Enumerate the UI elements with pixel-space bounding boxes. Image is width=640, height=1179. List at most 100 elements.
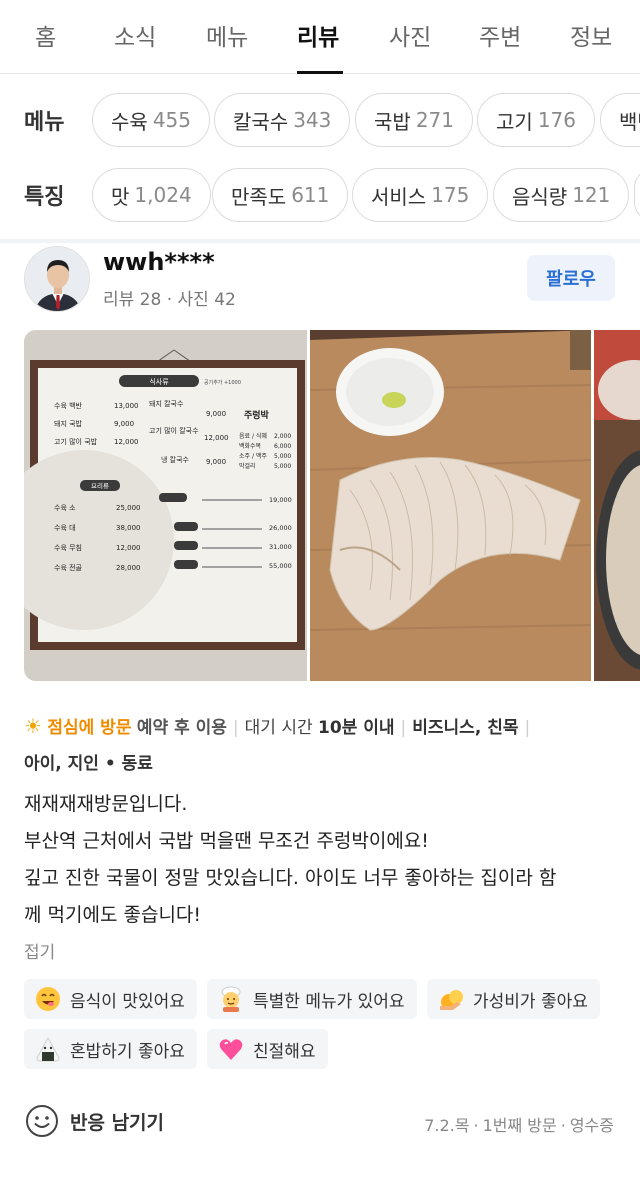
feature-chip-satisfaction[interactable]: 만족도 611 <box>212 168 349 222</box>
receipt-verified: 영수증 <box>569 1116 614 1135</box>
feature-chip-portion[interactable]: 음식량 121 <box>493 168 630 222</box>
review-footer-meta: 7.2.목 · 1번째 방문 · 영수증 <box>424 1116 614 1135</box>
menu-board-drink: 백화수복 <box>239 442 262 450</box>
suyuk-plate-image <box>310 330 591 681</box>
svg-text:공기추가 +1000: 공기추가 +1000 <box>204 379 241 386</box>
menu-board-price: 19,000 <box>269 496 292 504</box>
review-body: 재재재재방문입니다. 부산역 근처에서 국밥 먹을땐 무조건 주렁박이에요! 깊… <box>24 786 620 934</box>
menu-chip-kalguksu[interactable]: 칼국수 343 <box>214 93 351 147</box>
visit-companions: 아이, 지인 • 동료 <box>24 754 153 774</box>
rice-ball-icon <box>36 1036 60 1062</box>
menu-board-image: 식사류 공기추가 +1000 수육 백반 13,000 돼지 국밥 9,000 … <box>24 330 307 681</box>
menu-chip-gukbap[interactable]: 국밥 271 <box>355 93 473 147</box>
visit-reservation: 예약 후 이용 <box>136 718 227 738</box>
menu-board-price: 31,000 <box>269 543 292 551</box>
menu-board-price: 12,000 <box>114 438 139 446</box>
menu-board-drink: 음료 / 식혜 <box>239 432 267 440</box>
menu-board-item: 수육 백반 <box>54 401 83 410</box>
profile-photo-icon <box>25 247 89 311</box>
tab-bar: 홈 소식 메뉴 리뷰 사진 주변 정보 <box>0 0 640 74</box>
keyword-tag: 특별한 메뉴가 있어요 <box>207 979 417 1019</box>
menu-board-price: 12,000 <box>116 544 141 552</box>
menu-board-price: 2,000 <box>274 433 291 440</box>
menu-board-item: 냉 칼국수 <box>161 455 190 464</box>
menu-board-price: 5,000 <box>274 453 291 460</box>
menu-board-header: 식사류 <box>149 377 169 386</box>
tab-photos[interactable]: 사진 <box>389 18 431 52</box>
gukbap-image <box>594 330 640 681</box>
keyword-tag: 친절해요 <box>207 1029 328 1069</box>
fold-button[interactable]: 접기 <box>24 938 55 963</box>
feature-chip-taste[interactable]: 맛 1,024 <box>92 168 211 222</box>
active-tab-indicator <box>297 71 343 74</box>
menu-board-brand: 주렁박 <box>244 409 270 421</box>
keyword-tag: 혼밥하기 좋아요 <box>24 1029 197 1069</box>
review-line: 부산역 근처에서 국밥 먹을땐 무조건 주렁박이에요! <box>24 830 429 852</box>
menu-board-item: 돼지 칼국수 <box>149 399 184 408</box>
menu-chip-gogi[interactable]: 고기 176 <box>477 93 595 147</box>
visit-count: 1번째 방문 <box>482 1116 557 1135</box>
visit-time: 점심에 방문 <box>47 718 132 738</box>
sun-icon: ☀ <box>24 714 42 738</box>
yummy-face-icon <box>36 987 60 1011</box>
section-divider <box>0 239 640 243</box>
menu-board-side-header: 요리류 <box>91 481 109 490</box>
menu-board-item: 수육 대 <box>54 524 76 532</box>
keyword-tag: 음식이 맛있어요 <box>24 979 197 1019</box>
feature-chip-service[interactable]: 서비스 175 <box>352 168 489 222</box>
review-photo-suyuk[interactable] <box>310 330 591 681</box>
tab-nearby[interactable]: 주변 <box>479 18 521 52</box>
menu-board-price: 13,000 <box>114 402 139 410</box>
review-photo-menu-board[interactable]: 식사류 공기추가 +1000 수육 백반 13,000 돼지 국밥 9,000 … <box>24 330 307 681</box>
visit-wait-label: 대기 시간 <box>244 718 313 738</box>
menu-board-drink: 막걸리 <box>239 462 256 470</box>
feature-chip-more[interactable] <box>634 168 640 222</box>
menu-board-item: 수육 전골 <box>54 563 83 572</box>
reviewer-stats: 리뷰 28 · 사진 42 <box>103 290 236 310</box>
menu-board-item: 돼지 국밥 <box>54 419 83 428</box>
visit-info: ☀ 점심에 방문 예약 후 이용 | 대기 시간 10분 이내 | 비즈니스, 친목 | … <box>24 714 531 774</box>
menu-board-price: 28,000 <box>116 564 141 572</box>
menu-board-price: 25,000 <box>116 504 141 512</box>
tab-menu[interactable]: 메뉴 <box>206 18 248 52</box>
review-line: 깊고 진한 국물이 정말 맛있습니다. 아이도 너무 좋아하는 집이라 함 <box>24 867 557 889</box>
heart-icon <box>219 1039 243 1060</box>
chef-icon <box>221 986 241 1012</box>
review-date: 7.2.목 <box>424 1116 470 1135</box>
follow-button[interactable]: 팔로우 <box>527 255 615 301</box>
menu-chip-suyuk[interactable]: 수육 455 <box>92 93 210 147</box>
tab-reviews[interactable]: 리뷰 <box>297 18 339 52</box>
menu-board-item: 고기 많이 칼국수 <box>149 426 199 435</box>
smile-icon <box>26 1105 58 1137</box>
visit-purpose: 비즈니스, 친목 <box>412 718 519 738</box>
menu-board-price: 9,000 <box>206 458 226 466</box>
menu-board-price: 9,000 <box>114 420 134 428</box>
menu-board-drink: 소주 / 맥주 <box>239 452 267 460</box>
visit-wait-value: 10분 이내 <box>318 718 395 738</box>
menu-board-price: 9,000 <box>206 410 226 418</box>
review-line: 재재재재방문입니다. <box>24 793 188 815</box>
keyword-tag: 가성비가 좋아요 <box>427 979 600 1019</box>
menu-filter-title: 메뉴 <box>24 110 65 135</box>
feature-filter-title: 특징 <box>24 185 65 210</box>
review-line: 께 먹기에도 좋습니다! <box>24 904 202 926</box>
tab-home[interactable]: 홈 <box>35 18 56 52</box>
money-icon <box>440 990 463 1010</box>
react-button[interactable]: 반응 남기기 <box>24 1103 164 1139</box>
menu-board-price: 5,000 <box>274 463 291 470</box>
feature-filter-row: 특징 맛 1,024 만족도 611 서비스 175 음식량 121 <box>0 165 640 225</box>
menu-board-item: 수육 소 <box>54 504 76 512</box>
menu-board-price: 12,000 <box>204 434 229 442</box>
menu-board-price: 55,000 <box>269 562 292 570</box>
menu-board-price: 38,000 <box>116 524 141 532</box>
tab-info[interactable]: 정보 <box>570 18 612 52</box>
menu-board-item: 고기 많이 국밥 <box>54 437 98 446</box>
menu-board-price: 26,000 <box>269 524 292 532</box>
menu-chip-baekban[interactable]: 백반 <box>600 93 640 147</box>
review-photo-gukbap[interactable] <box>594 330 640 681</box>
menu-board-price: 6,000 <box>274 443 291 450</box>
avatar[interactable] <box>24 246 90 312</box>
reviewer-name[interactable]: wwh**** <box>103 248 215 276</box>
menu-board-item: 수육 무침 <box>54 544 82 552</box>
tab-news[interactable]: 소식 <box>114 18 156 52</box>
